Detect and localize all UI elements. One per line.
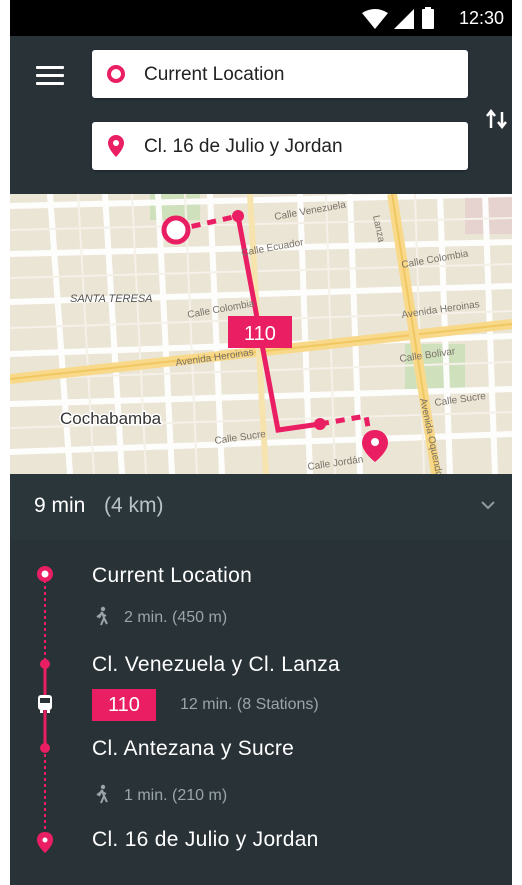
route-steps: Current Location 2 min. (450 m) Cl. Vene… [10, 540, 512, 885]
origin-field[interactable]: Current Location [92, 50, 468, 98]
map-route-badge: 110 [244, 323, 276, 345]
swap-button[interactable] [484, 106, 510, 132]
route-duration: 9 min [34, 494, 86, 517]
route-timeline [37, 566, 53, 853]
search-toolbar: Current Location : Cl. 16 de Julio y Jor… [10, 36, 512, 194]
menu-button[interactable] [36, 66, 64, 90]
district-label: SANTA TERESA [70, 293, 153, 305]
origin-field-text: Current Location [144, 64, 285, 85]
wifi-icon [362, 9, 388, 29]
destination-pin-icon [108, 135, 124, 157]
walk-1-info: 2 min. (450 m) [124, 609, 228, 626]
bus-route-badge: 110 [92, 689, 156, 721]
swap-icon [486, 108, 507, 130]
walk-icon [96, 606, 108, 626]
chevron-down-icon [481, 501, 495, 510]
signal-icon [394, 9, 414, 29]
step-origin: Current Location [92, 564, 253, 587]
app-screen: 12:30 Current Location : Cl. 16 de Julio… [10, 0, 512, 885]
bus-info: 12 min. (8 Stations) [180, 696, 319, 713]
map-canvas: 110 Calle Venezuela Calle Ecuador Calle … [10, 194, 512, 474]
battery-icon [422, 7, 434, 29]
origin-ring-icon [107, 65, 125, 83]
step-stop-2: Cl. Antezana y Sucre [92, 737, 295, 760]
route-map[interactable]: 110 Calle Venezuela Calle Ecuador Calle … [10, 194, 512, 474]
route-summary[interactable]: 9 min (4 km) [10, 474, 512, 541]
destination-field[interactable]: Cl. 16 de Julio y Jordan [92, 122, 468, 170]
walk-2-info: 1 min. (210 m) [124, 787, 228, 804]
city-label: Cochabamba [60, 409, 162, 428]
destination-field-text: Cl. 16 de Julio y Jordan [144, 136, 343, 157]
status-bar: 12:30 [10, 0, 512, 36]
route-distance: (4 km) [104, 494, 164, 517]
status-time: 12:30 [458, 8, 504, 28]
menu-icon [36, 66, 64, 85]
step-stop-1: Cl. Venezuela y Cl. Lanza [92, 653, 340, 676]
step-destination: Cl. 16 de Julio y Jordan [92, 828, 319, 851]
walk-icon [96, 784, 108, 804]
